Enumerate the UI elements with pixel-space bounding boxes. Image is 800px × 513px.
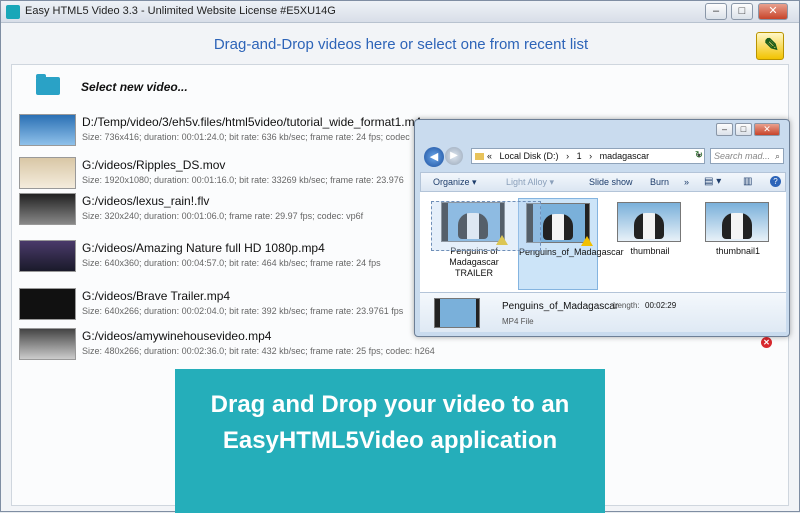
address-separator[interactable]: › bbox=[589, 151, 592, 161]
warning-icon bbox=[581, 236, 593, 246]
image-file-thumbnail bbox=[705, 202, 769, 242]
search-placeholder: Search mad... bbox=[714, 151, 771, 161]
views-icon[interactable]: ▤ ▾ bbox=[704, 176, 721, 187]
video-thumbnail bbox=[19, 240, 76, 272]
organize-menu[interactable]: Organize ▾ bbox=[433, 177, 477, 188]
main-window: Easy HTML5 Video 3.3 - Unlimited Website… bbox=[0, 0, 800, 513]
details-file-type: MP4 File bbox=[502, 317, 534, 326]
remove-video-icon[interactable]: ✕ bbox=[761, 337, 772, 348]
drag-drop-instruction: Drag-and-Drop videos here or select one … bbox=[213, 36, 589, 53]
video-meta: Size: 640x266; duration: 00:02:04.0; bit… bbox=[82, 306, 404, 316]
minimize-button[interactable]: – bbox=[705, 3, 727, 20]
video-path: G:/videos/Ripples_DS.mov bbox=[82, 158, 226, 172]
folder-icon bbox=[36, 74, 60, 95]
video-meta: Size: 320x240; duration: 00:01:06.0; fra… bbox=[82, 211, 364, 221]
forward-button[interactable]: ▶ bbox=[445, 147, 463, 165]
window-title: Easy HTML5 Video 3.3 - Unlimited Website… bbox=[25, 5, 336, 17]
details-length: 00:02:29 bbox=[645, 301, 677, 310]
video-path: G:/videos/lexus_rain!.flv bbox=[82, 194, 210, 208]
address-bar[interactable]: « Local Disk (D:) › 1 › madagascar ▾ bbox=[471, 148, 705, 164]
file-item[interactable]: thumbnail bbox=[610, 198, 690, 290]
drag-ghost bbox=[431, 201, 541, 251]
burn-button[interactable]: Burn bbox=[650, 177, 669, 187]
video-thumbnail bbox=[19, 157, 76, 189]
image-file-thumbnail bbox=[617, 202, 681, 242]
preview-pane-icon[interactable]: ▥ bbox=[743, 176, 752, 187]
penguin-image bbox=[722, 213, 752, 239]
more-icon[interactable]: » bbox=[684, 177, 689, 187]
close-button[interactable]: ✕ bbox=[758, 3, 788, 20]
details-file-name: Penguins_of_Madagascar bbox=[502, 301, 619, 312]
address-segment-madagascar[interactable]: madagascar bbox=[600, 151, 650, 161]
video-path: G:/videos/Brave Trailer.mp4 bbox=[82, 289, 231, 303]
promo-text: Drag and Drop your video to an EasyHTML5… bbox=[210, 391, 570, 454]
penguin-image bbox=[543, 214, 573, 240]
video-path: G:/videos/Amazing Nature full HD 1080p.m… bbox=[82, 241, 325, 255]
details-length-label: Length: bbox=[613, 301, 640, 310]
video-meta: Size: 480x266; duration: 00:02:36.0; bit… bbox=[82, 346, 435, 356]
file-item[interactable]: thumbnail1 bbox=[698, 198, 778, 290]
address-segment-disk[interactable]: Local Disk (D:) bbox=[500, 151, 559, 161]
video-meta: Size: 1920x1080; duration: 00:01:16.0; b… bbox=[82, 175, 404, 185]
file-label: thumbnail bbox=[630, 246, 670, 256]
address-segment-1[interactable]: 1 bbox=[577, 151, 582, 161]
help-icon[interactable]: ? bbox=[770, 176, 781, 187]
select-new-video-label: Select new video... bbox=[81, 80, 188, 94]
explorer-close-button[interactable]: ✕ bbox=[754, 123, 780, 136]
details-pane: Penguins_of_Madagascar Length: 00:02:29 … bbox=[420, 292, 786, 332]
app-icon bbox=[6, 5, 20, 19]
maximize-button[interactable]: □ bbox=[731, 3, 753, 20]
video-thumbnail bbox=[19, 193, 76, 225]
search-input[interactable]: Search mad... ⌕ bbox=[710, 148, 784, 164]
wizard-button[interactable]: ✎ bbox=[756, 32, 784, 60]
penguin-image bbox=[634, 213, 664, 239]
refresh-icon[interactable]: ↻ bbox=[691, 148, 707, 164]
video-path: D:/Temp/video/3/eh5v.files/html5video/tu… bbox=[82, 115, 428, 129]
video-path: G:/videos/amywinehousevideo.mp4 bbox=[82, 329, 272, 343]
video-thumbnail bbox=[19, 114, 76, 146]
address-chevrons: « bbox=[487, 151, 493, 161]
wand-icon: ✎ bbox=[764, 35, 780, 55]
back-button[interactable]: ◀ bbox=[424, 147, 444, 167]
video-thumbnail bbox=[19, 328, 76, 360]
explorer-toolbar: Organize ▾ Light Alloy ▾ Slide show Burn… bbox=[420, 172, 786, 192]
title-bar[interactable]: Easy HTML5 Video 3.3 - Unlimited Website… bbox=[1, 1, 799, 23]
explorer-maximize-button[interactable]: □ bbox=[735, 123, 752, 136]
video-meta: Size: 736x416; duration: 00:01:24.0; bit… bbox=[82, 132, 410, 142]
video-thumbnail bbox=[19, 288, 76, 320]
slide-show-button[interactable]: Slide show bbox=[589, 177, 633, 187]
explorer-minimize-button[interactable]: – bbox=[716, 123, 733, 136]
search-icon: ⌕ bbox=[774, 151, 780, 161]
promo-banner: Drag and Drop your video to an EasyHTML5… bbox=[175, 369, 605, 513]
address-separator[interactable]: › bbox=[566, 151, 569, 161]
folder-icon bbox=[475, 153, 484, 160]
details-thumbnail bbox=[434, 298, 480, 328]
file-label: thumbnail1 bbox=[715, 246, 761, 256]
light-alloy-menu[interactable]: Light Alloy ▾ bbox=[506, 177, 554, 188]
video-meta: Size: 640x360; duration: 00:04:57.0; bit… bbox=[82, 258, 381, 268]
